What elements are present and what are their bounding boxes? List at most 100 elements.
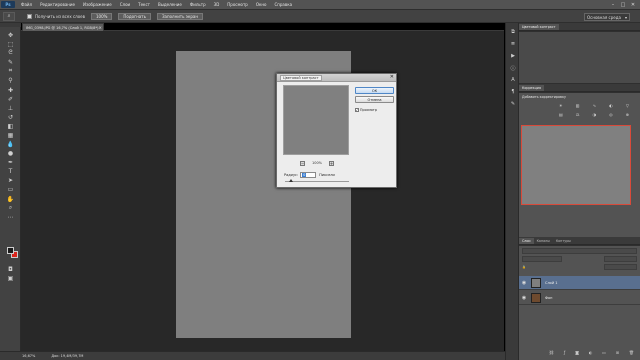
layer-filter-bar[interactable] [522,248,637,254]
path-select-tool-icon[interactable]: ➤ [5,176,16,184]
crop-tool-icon[interactable]: ⌗ [5,67,16,75]
ok-button[interactable]: ОК [355,87,394,94]
menu-view[interactable]: Просмотр [227,2,248,7]
radius-slider-thumb[interactable] [289,179,294,182]
exposure-icon[interactable]: ◐ [609,103,613,109]
eye-icon[interactable]: ◉ [519,280,529,286]
quick-mask-icon[interactable]: ◘ [5,265,16,273]
mask-icon[interactable]: ◙ [575,350,579,356]
brush-tool-icon[interactable]: ✐ [5,95,16,103]
menu-window[interactable]: Окно [256,2,267,7]
close-tab-icon[interactable]: × [98,25,101,30]
levels-icon[interactable]: ▥ [576,103,580,109]
opacity-field[interactable] [604,256,637,262]
layer-name[interactable]: Фон [545,296,552,300]
lasso-tool-icon[interactable]: ᘓ [5,49,16,57]
tab-adjustments[interactable]: Коррекция [519,85,544,91]
fit-screen-button[interactable]: Подогнать [118,12,151,20]
toolbar-grip[interactable] [0,23,21,27]
curves-icon[interactable]: ∿ [593,103,596,109]
brush-panel-icon[interactable]: ✎ [509,100,517,108]
eyedropper-tool-icon[interactable]: ⚲ [5,76,16,84]
hue-saturation-icon[interactable]: ▤ [559,112,563,118]
type-tool-icon[interactable]: T [5,167,16,175]
info-panel-icon[interactable]: ⓘ [509,64,517,72]
foreground-color-swatch[interactable] [7,247,14,254]
color-balance-icon[interactable]: ⚖ [576,112,580,118]
brightness-icon[interactable]: ☀ [559,103,563,109]
vibrance-icon[interactable]: ▽ [626,103,629,109]
blur-tool-icon[interactable]: 💧 [5,140,16,148]
close-window-button[interactable]: ✕ [628,1,638,8]
tab-channels[interactable]: Каналы [534,238,553,244]
lock-icon[interactable]: 🔒 [522,265,542,270]
all-layers-checkbox[interactable] [27,13,32,19]
preview-checkbox[interactable]: ✓ [355,108,359,112]
panel-icon-strip: ⧉ ≣ ▶ ⓘ A ¶ ✎ [505,23,519,360]
group-icon[interactable]: ▭ [602,350,606,356]
menu-edit[interactable]: Редактирование [40,2,75,7]
menu-image[interactable]: Изображение [83,2,112,7]
clone-stamp-tool-icon[interactable]: ⊥ [5,104,16,112]
screen-mode-icon[interactable]: ▣ [5,274,16,282]
zoom-tool-icon[interactable]: ⌕ [3,11,15,21]
gradient-tool-icon[interactable]: ▦ [5,131,16,139]
radius-input[interactable]: 0 [300,172,317,178]
navigator-preview[interactable] [521,125,631,205]
history-panel-icon[interactable]: ⧉ [509,28,517,36]
menu-select[interactable]: Выделение [158,2,182,7]
channel-mixer-icon[interactable]: ⊕ [626,112,629,118]
eye-icon[interactable]: ◉ [519,295,529,301]
menu-layers[interactable]: Слои [120,2,130,7]
maximize-button[interactable]: □ [618,1,628,8]
properties-panel-icon[interactable]: ≣ [509,40,517,48]
tab-color-contrast[interactable]: Цветовой контраст [519,24,559,30]
menu-file[interactable]: Файл [21,2,32,7]
minimize-button[interactable]: – [608,1,618,8]
zoom-level[interactable]: 16,67% [22,354,35,358]
black-white-icon[interactable]: ◑ [593,112,597,118]
filter-preview[interactable] [283,85,349,155]
blend-mode-select[interactable] [522,256,562,262]
zoom-in-button[interactable]: + [328,160,334,166]
menu-3d[interactable]: 3D [214,2,220,7]
radius-slider-track[interactable] [285,181,349,182]
adjustment-layer-icon[interactable]: ◐ [589,350,593,356]
paragraph-panel-icon[interactable]: ¶ [509,88,517,96]
trash-icon[interactable]: 🗑 [629,350,634,356]
menu-type[interactable]: Текст [138,2,150,7]
menu-help[interactable]: Справка [274,2,292,7]
eraser-tool-icon[interactable]: ◧ [5,122,16,130]
tab-paths[interactable]: Контуры [553,238,574,244]
layer-name[interactable]: Слой 1 [545,281,557,285]
character-panel-icon[interactable]: A [509,76,517,84]
zoom-tool-icon[interactable]: ⌕ [5,204,16,212]
new-layer-icon[interactable]: ⊞ [616,350,619,356]
more-tools-icon[interactable]: ⋯ [5,213,16,221]
fill-field[interactable] [604,264,637,270]
healing-brush-tool-icon[interactable]: ✚ [5,86,16,94]
quick-select-tool-icon[interactable]: ✎ [5,58,16,66]
close-icon[interactable]: ✕ [390,74,394,80]
actions-panel-icon[interactable]: ▶ [509,52,517,60]
zoom-out-button[interactable]: − [300,160,305,166]
shape-tool-icon[interactable]: ▭ [5,185,16,193]
dodge-tool-icon[interactable]: ● [5,149,16,157]
tab-layers[interactable]: Слои [519,238,534,244]
hand-tool-icon[interactable]: ✋ [5,195,16,203]
link-icon[interactable]: ⛓ [549,350,554,356]
layer-row[interactable]: ◉ Слой 1 [519,276,640,290]
fill-screen-button[interactable]: Заполнить экран [156,12,203,20]
photo-filter-icon[interactable]: ◎ [609,112,613,118]
menu-filter[interactable]: Фильтр [190,2,206,7]
document-tab[interactable]: IMG_0398.JPG @ 16,7% (Слой 1, RGB/8*) × [22,23,104,31]
layer-row[interactable]: ◉ Фон [519,291,640,305]
pen-tool-icon[interactable]: ✒ [5,158,16,166]
history-brush-tool-icon[interactable]: ↺ [5,113,16,121]
zoom-100-button[interactable]: 100% [90,12,113,20]
fx-icon[interactable]: ƒ [564,350,565,356]
move-tool-icon[interactable]: ✥ [5,31,16,39]
cancel-button[interactable]: Отмена [355,96,394,103]
workspace-select[interactable]: Основная среда ▾ [584,13,630,21]
marquee-tool-icon[interactable]: ⬚ [5,40,16,48]
